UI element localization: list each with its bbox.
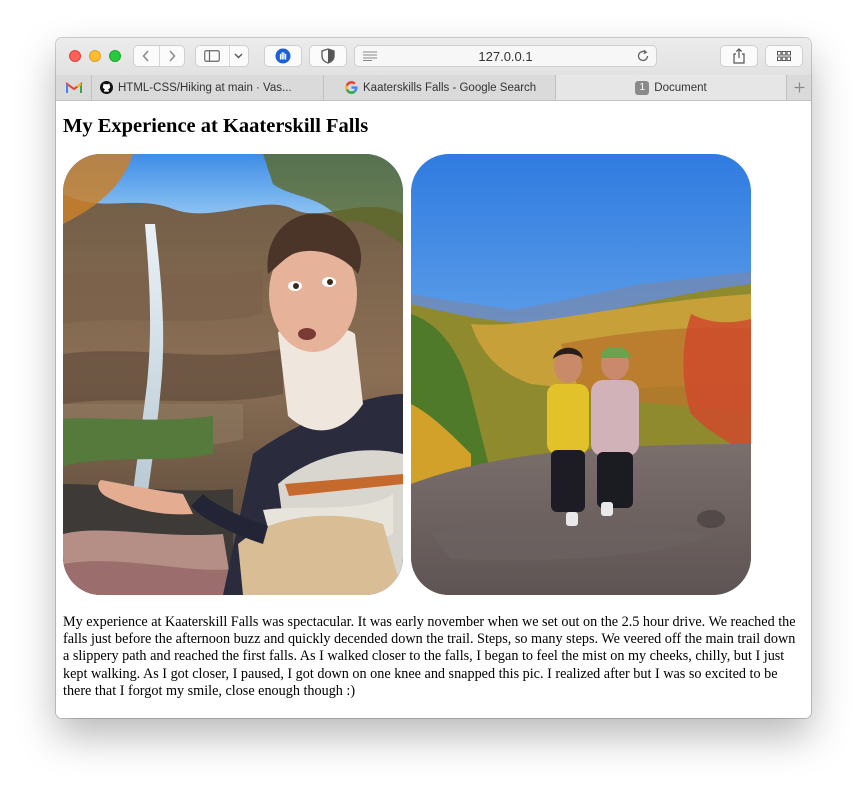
page-title: My Experience at Kaaterskill Falls — [63, 115, 369, 137]
overlook-couple-photo — [411, 154, 751, 595]
forward-button[interactable] — [158, 46, 184, 66]
waterfall-selfie-photo — [63, 154, 403, 595]
sidebar-menu-button[interactable] — [228, 46, 248, 66]
hand-shield-icon — [275, 48, 291, 64]
tab-number-badge: 1 — [635, 80, 650, 95]
reload-icon[interactable] — [636, 49, 650, 63]
sidebar-button[interactable] — [196, 46, 229, 66]
grid-icon — [777, 51, 791, 61]
tab-document[interactable]: 1 Document — [556, 75, 787, 100]
privacy-report-button[interactable] — [309, 45, 347, 67]
shield-icon — [321, 48, 335, 64]
extension-button[interactable] — [264, 45, 302, 67]
tab-label: Document — [654, 81, 707, 94]
browser-window: 127.0.0.1 HTML-CSS/Hiking at main · Vas.… — [56, 38, 811, 718]
tab-label: Kaaterskills Falls - Google Search — [363, 81, 537, 94]
tab-overview-button[interactable] — [765, 45, 803, 67]
chevron-right-icon — [169, 50, 176, 62]
page-content: My Experience at Kaaterskill Falls My ex… — [56, 101, 811, 718]
chevron-down-icon — [234, 53, 243, 59]
browser-toolbar: 127.0.0.1 — [56, 38, 811, 76]
minimize-window-button[interactable] — [89, 50, 101, 62]
experience-paragraph: My experience at Kaaterskill Falls was s… — [63, 614, 796, 699]
history-nav — [133, 45, 185, 67]
gmail-icon — [65, 81, 82, 93]
tab-google-search[interactable]: Kaaterskills Falls - Google Search — [324, 75, 556, 100]
tab-bar: HTML-CSS/Hiking at main · Vas... Kaaters… — [56, 75, 811, 101]
address-text: 127.0.0.1 — [478, 49, 533, 64]
close-window-button[interactable] — [69, 50, 81, 62]
plus-icon — [794, 82, 804, 93]
tab-gmail[interactable] — [56, 75, 92, 100]
github-icon — [100, 81, 113, 94]
sidebar-controls — [195, 45, 249, 67]
address-bar[interactable]: 127.0.0.1 — [354, 45, 657, 67]
back-button[interactable] — [134, 46, 159, 66]
share-icon — [733, 48, 745, 64]
tab-github[interactable]: HTML-CSS/Hiking at main · Vas... — [92, 75, 324, 100]
sidebar-icon — [204, 50, 221, 62]
zoom-window-button[interactable] — [109, 50, 121, 62]
chevron-left-icon — [142, 50, 150, 62]
tab-label: HTML-CSS/Hiking at main · Vas... — [118, 81, 292, 94]
new-tab-button[interactable] — [786, 75, 811, 100]
google-icon — [345, 81, 358, 94]
share-button[interactable] — [720, 45, 758, 67]
